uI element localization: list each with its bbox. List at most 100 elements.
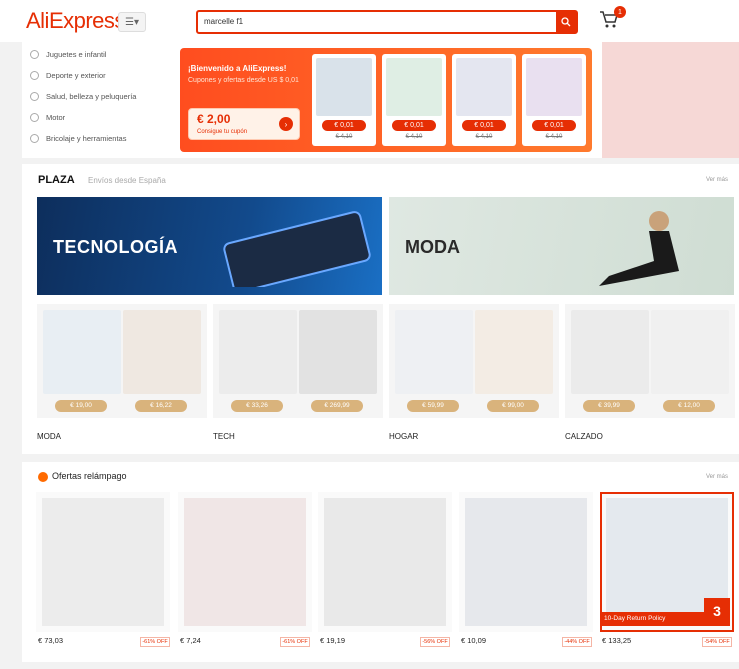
welcome-promo-banner[interactable]: ¡Bienvenido a AliExpress! Cupones y ofer… <box>180 48 592 152</box>
product-image <box>316 58 372 116</box>
car-icon <box>30 113 39 122</box>
deal-price: € 0,01 <box>532 120 576 131</box>
product-image <box>43 310 121 394</box>
product-image <box>465 498 587 626</box>
flash-deal-card[interactable] <box>178 492 312 632</box>
coupon-card[interactable]: € 2,00 Consigue tu cupón › <box>188 108 300 140</box>
sidebar-item-beauty[interactable]: Salud, belleza y peluquería <box>30 86 180 107</box>
price-pill: € 39,99 <box>583 400 635 412</box>
return-policy-tag: 10-Day Return Policy <box>600 612 704 626</box>
product-image <box>184 498 306 626</box>
product-image <box>395 310 473 394</box>
tools-icon <box>30 134 39 143</box>
category-sidebar: Juguetes e infantil Deporte y exterior S… <box>30 44 180 149</box>
price-pill: € 16,22 <box>135 400 187 412</box>
coupon-price: € 2,00 <box>197 112 231 126</box>
product-image <box>456 58 512 116</box>
flash-price: € 7,24 <box>180 636 201 645</box>
price-pill: € 99,00 <box>487 400 539 412</box>
toy-icon <box>30 50 39 59</box>
price-pill: € 12,00 <box>663 400 715 412</box>
discount-tag: -44% OFF <box>562 637 592 647</box>
discount-tag: -56% OFF <box>420 637 450 647</box>
smartphone-icon <box>223 211 371 287</box>
deal-old-price: € 4,10 <box>475 134 493 140</box>
product-image <box>299 310 377 394</box>
sidebar-item-toys[interactable]: Juguetes e infantil <box>30 44 180 65</box>
sidebar-item-motor[interactable]: Motor <box>30 107 180 128</box>
product-image <box>123 310 201 394</box>
category-tile-hogar[interactable]: € 59,99 € 99,00 <box>389 304 559 418</box>
plaza-title: PLAZA <box>38 174 75 186</box>
price-pill: € 59,99 <box>407 400 459 412</box>
promo-deal-card[interactable]: € 0,01 € 4,10 <box>382 54 446 146</box>
flash-price: € 10,09 <box>461 636 487 645</box>
category-label-hogar[interactable]: HOGAR <box>389 432 418 441</box>
category-tile-moda[interactable]: € 19,00 € 16,22 <box>37 304 207 418</box>
flash-price: € 133,25 <box>602 636 632 645</box>
product-image <box>571 310 649 394</box>
flash-deals-title: Ofertas relámpago <box>52 471 127 481</box>
discount-tag: -61% OFF <box>280 637 310 647</box>
product-image <box>651 310 729 394</box>
sidebar-item-label: Bricolaje y herramientas <box>46 134 127 143</box>
price-pill: € 269,99 <box>311 400 363 412</box>
days-badge: 3 <box>704 598 730 626</box>
flash-price: € 19,19 <box>320 636 346 645</box>
deal-old-price: € 4,10 <box>545 134 563 140</box>
flash-clock-icon <box>38 472 48 482</box>
cart-count-badge: 1 <box>614 6 626 18</box>
aliexpress-logo[interactable]: AliExpress <box>26 8 125 34</box>
sidebar-item-label: Juguetes e infantil <box>46 50 107 59</box>
beauty-icon <box>30 92 39 101</box>
sidebar-item-label: Salud, belleza y peluquería <box>46 92 137 101</box>
category-tile-tech[interactable]: € 33,26 € 269,99 <box>213 304 383 418</box>
product-image <box>526 58 582 116</box>
side-promo-image[interactable] <box>602 42 739 158</box>
search-input[interactable]: marcelle f1 <box>198 12 556 32</box>
search-bar: marcelle f1 <box>196 10 578 34</box>
product-image <box>219 310 297 394</box>
deal-price: € 0,01 <box>462 120 506 131</box>
promo-deal-card[interactable]: € 0,01 € 4,10 <box>312 54 376 146</box>
promo-deal-card[interactable]: € 0,01 € 4,10 <box>522 54 586 146</box>
sidebar-item-label: Deporte y exterior <box>46 71 106 80</box>
promo-deal-card[interactable]: € 0,01 € 4,10 <box>452 54 516 146</box>
flash-deal-card[interactable] <box>36 492 170 632</box>
product-image <box>475 310 553 394</box>
plaza-subtitle: Envíos desde España <box>88 176 166 185</box>
flash-see-more-link[interactable]: Ver más <box>706 474 728 480</box>
cart-button[interactable]: 1 <box>598 6 626 34</box>
plaza-see-more-link[interactable]: Ver más <box>706 177 728 183</box>
product-image <box>386 58 442 116</box>
category-label-calzado[interactable]: CALZADO <box>565 432 603 441</box>
category-label-tech[interactable]: TECH <box>213 432 235 441</box>
deal-price: € 0,01 <box>322 120 366 131</box>
category-label-moda[interactable]: MODA <box>37 432 61 441</box>
top-header: AliExpress ☰▾ marcelle f1 1 <box>0 0 739 42</box>
product-image <box>324 498 446 626</box>
deal-old-price: € 4,10 <box>335 134 353 140</box>
sidebar-item-sport[interactable]: Deporte y exterior <box>30 65 180 86</box>
banner-label: MODA <box>405 237 460 257</box>
coupon-subtitle: Consigue tu cupón <box>197 129 248 135</box>
banner-label: TECNOLOGÍA <box>53 237 178 257</box>
flash-deal-card[interactable] <box>318 492 452 632</box>
flash-price: € 73,03 <box>38 636 64 645</box>
search-button[interactable] <box>556 12 576 32</box>
sidebar-item-label: Motor <box>46 113 66 122</box>
discount-tag: -61% OFF <box>140 637 170 647</box>
tecnologia-banner[interactable]: TECNOLOGÍA <box>37 197 382 295</box>
category-menu-button[interactable]: ☰▾ <box>118 12 146 32</box>
discount-tag: -54% OFF <box>702 637 732 647</box>
arrow-right-icon[interactable]: › <box>279 117 293 131</box>
model-figure-icon <box>599 211 679 286</box>
category-tile-calzado[interactable]: € 39,99 € 12,00 <box>565 304 735 418</box>
flash-deal-card[interactable] <box>459 492 593 632</box>
moda-banner[interactable]: MODA <box>389 197 734 295</box>
product-image <box>42 498 164 626</box>
promo-subtitle: Cupones y ofertas desde US $ 0,01 <box>188 77 299 84</box>
sidebar-item-tools[interactable]: Bricolaje y herramientas <box>30 128 180 149</box>
deal-old-price: € 4,10 <box>405 134 423 140</box>
search-icon <box>561 17 571 27</box>
